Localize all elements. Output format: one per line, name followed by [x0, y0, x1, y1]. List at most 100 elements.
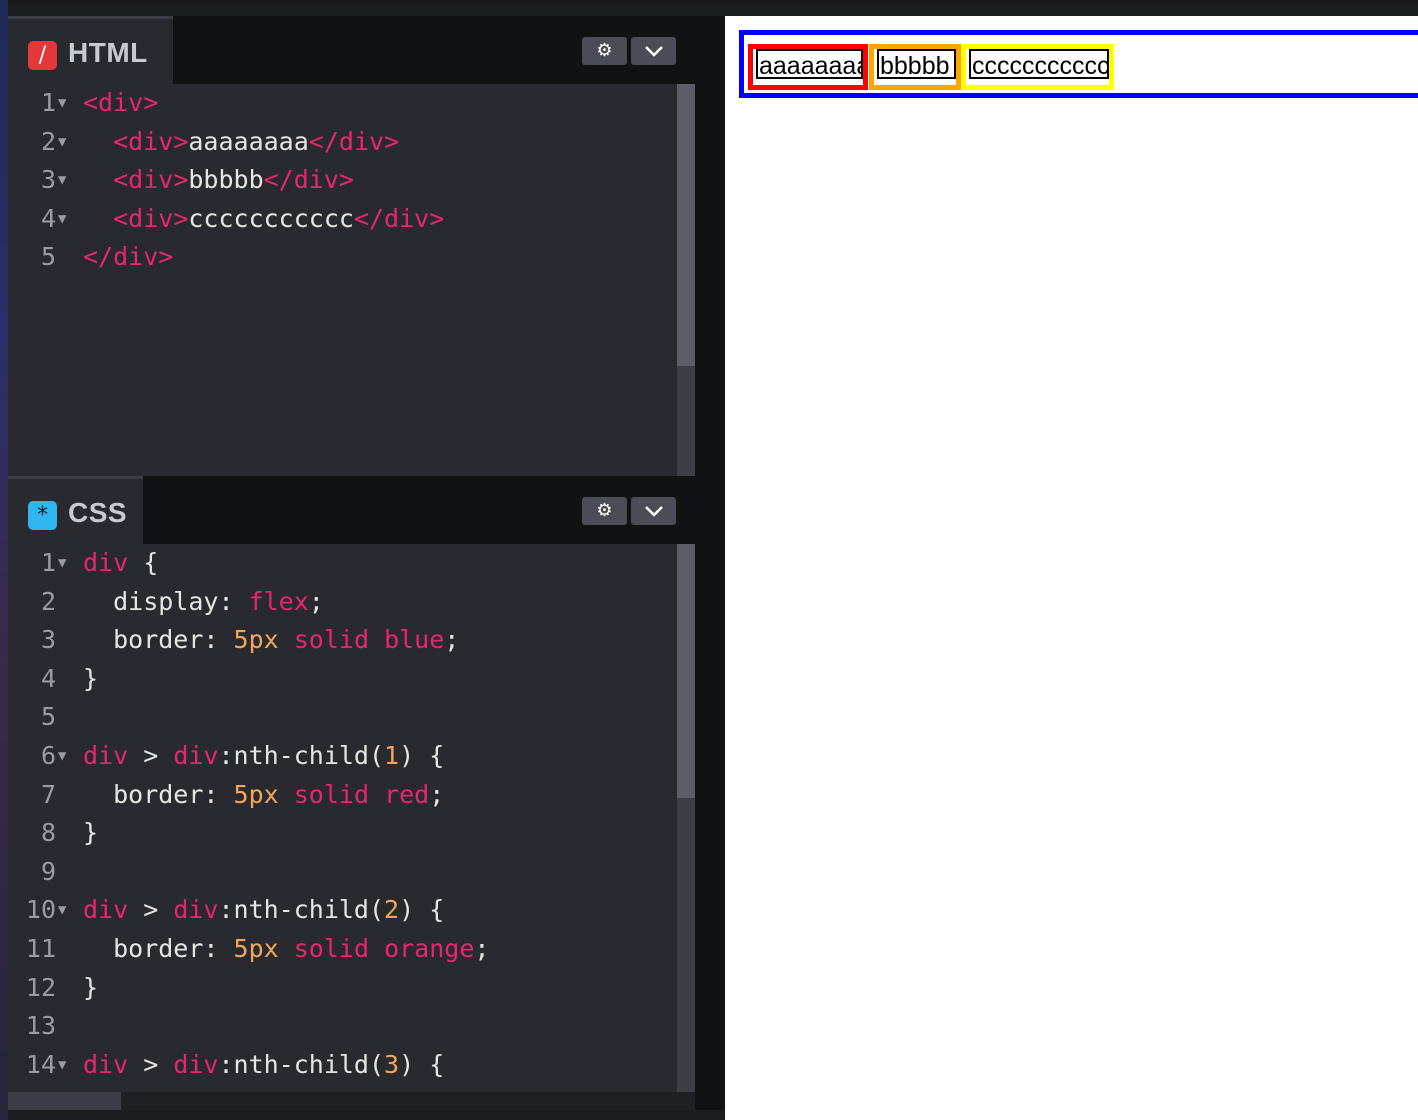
fold-arrow-icon[interactable]: ▼: [58, 161, 66, 200]
code-text: div > div:nth-child(2) {: [83, 891, 444, 930]
code-line[interactable]: 8}: [8, 814, 678, 853]
css-code-area[interactable]: 1 ▼ div {2 display: flex; 3 border: 5px sol…: [8, 544, 678, 1084]
tab-css[interactable]: * CSS: [8, 476, 143, 544]
code-text: <div>bbbbb</div>: [83, 161, 354, 200]
tab-html[interactable]: / HTML: [8, 16, 173, 84]
line-number: 5: [40, 242, 56, 272]
line-number: 5: [40, 702, 56, 732]
code-line[interactable]: 13: [8, 1007, 678, 1046]
fold-arrow-icon[interactable]: ▼: [58, 123, 66, 162]
line-number: 6: [40, 740, 56, 770]
code-line[interactable]: 5 </div>: [8, 238, 678, 277]
code-token: >: [128, 740, 174, 770]
code-line[interactable]: 6 ▼ div > div:nth-child(1) {: [8, 737, 678, 776]
code-line[interactable]: 3 ▼ <div>bbbbb</div>: [8, 161, 678, 200]
code-line[interactable]: 4 ▼ <div>ccccccccccc</div>: [8, 200, 678, 239]
line-number: 1: [40, 548, 56, 577]
code-token: <div>: [113, 203, 189, 233]
code-token: ;: [308, 586, 324, 616]
css-scrollbar[interactable]: [677, 544, 695, 1110]
code-text: }: [83, 969, 98, 1008]
code-token: 2: [384, 895, 400, 925]
line-number: 11: [25, 933, 56, 963]
code-token: div: [83, 548, 129, 577]
fold-arrow-icon[interactable]: ▼: [58, 891, 66, 930]
code-token: blue: [384, 625, 445, 655]
code-line[interactable]: 7 border: 5px solid red;: [8, 776, 678, 815]
line-number: 4: [40, 663, 56, 693]
fold-arrow-icon[interactable]: ▼: [58, 737, 66, 776]
code-text: }: [83, 660, 98, 699]
html-scrollbar[interactable]: [677, 84, 695, 476]
code-token: flex: [248, 586, 309, 616]
tab-html-label: HTML: [68, 37, 148, 68]
preview-outer-flex-box: aaaaaaaa bbbbb ccccccccccc: [739, 30, 1418, 98]
tab-js-peek[interactable]: [8, 1092, 121, 1110]
code-line[interactable]: 2 display: flex;: [8, 583, 678, 622]
panel-resize-divider[interactable]: [695, 16, 725, 1110]
code-token: </div>: [83, 242, 174, 272]
preview-item-2: bbbbb: [869, 44, 961, 90]
html-editor-header: / HTML ⚙: [8, 16, 695, 84]
code-line[interactable]: 3 border: 5px solid blue;: [8, 621, 678, 660]
code-token: div: [173, 895, 219, 925]
html-code-area[interactable]: 1 ▼ <div> 2 ▼ <div>aaaaaaaa</div> 3 ▼ <div>bbb…: [8, 84, 678, 277]
code-token: div: [83, 740, 129, 770]
css-settings-button[interactable]: ⚙: [582, 497, 627, 525]
line-number: 9: [40, 856, 56, 886]
code-text: </div>: [83, 238, 173, 277]
code-token: </div>: [308, 126, 400, 156]
code-line[interactable]: 12}: [8, 969, 678, 1008]
line-number: 14: [25, 1049, 56, 1079]
fold-arrow-icon[interactable]: ▼: [58, 1046, 66, 1085]
fold-arrow-icon[interactable]: ▼: [58, 200, 66, 239]
code-text: div {: [83, 544, 158, 583]
code-token: {: [128, 548, 159, 577]
gear-icon: ⚙: [596, 500, 613, 521]
chevron-down-icon: [644, 506, 663, 517]
code-token: display:: [83, 586, 249, 616]
code-line[interactable]: 4}: [8, 660, 678, 699]
code-line[interactable]: 5: [8, 698, 678, 737]
code-token: bbbbb: [188, 165, 264, 195]
code-line[interactable]: 2 ▼ <div>aaaaaaaa</div>: [8, 123, 678, 162]
code-token: ;: [444, 625, 460, 655]
code-line[interactable]: 14 ▼ div > div:nth-child(3) {: [8, 1046, 678, 1085]
code-token: solid: [293, 779, 369, 809]
html-settings-button[interactable]: ⚙: [582, 37, 627, 65]
code-token: div: [83, 895, 129, 925]
css-editor-panel: * CSS ⚙ 1 ▼ div {2 display: flex; 3 border:…: [8, 476, 695, 1110]
code-token: <div>: [83, 88, 159, 117]
code-line[interactable]: 1 ▼ div {: [8, 544, 678, 583]
code-line[interactable]: 10 ▼ div > div:nth-child(2) {: [8, 891, 678, 930]
line-number: 13: [25, 1011, 56, 1041]
tab-css-label: CSS: [68, 497, 128, 528]
code-token: >: [128, 1049, 174, 1079]
line-number: 1: [40, 88, 56, 117]
code-token: 5px: [233, 779, 279, 809]
line-number: 4: [40, 203, 56, 233]
code-line[interactable]: 9: [8, 853, 678, 892]
code-line[interactable]: 1 ▼ <div>: [8, 84, 678, 123]
fold-arrow-icon[interactable]: ▼: [58, 544, 66, 583]
code-token: 5px: [233, 625, 279, 655]
code-line[interactable]: 11 border: 5px solid orange;: [8, 930, 678, 969]
code-token: div: [173, 1049, 219, 1079]
code-text: div > div:nth-child(1) {: [83, 737, 444, 776]
line-number: 2: [40, 126, 56, 156]
code-token: :nth-child(: [218, 895, 385, 925]
code-text: <div>aaaaaaaa</div>: [83, 123, 399, 162]
css-collapse-button[interactable]: [631, 497, 676, 525]
css-scroll-thumb[interactable]: [677, 544, 695, 798]
code-token: ccccccccccc: [188, 203, 354, 233]
html-collapse-button[interactable]: [631, 37, 676, 65]
html-scroll-thumb[interactable]: [677, 84, 695, 366]
line-number: 8: [40, 818, 56, 848]
line-number: 7: [40, 779, 56, 809]
fold-arrow-icon[interactable]: ▼: [58, 84, 66, 123]
code-token: :nth-child(: [218, 1049, 385, 1079]
